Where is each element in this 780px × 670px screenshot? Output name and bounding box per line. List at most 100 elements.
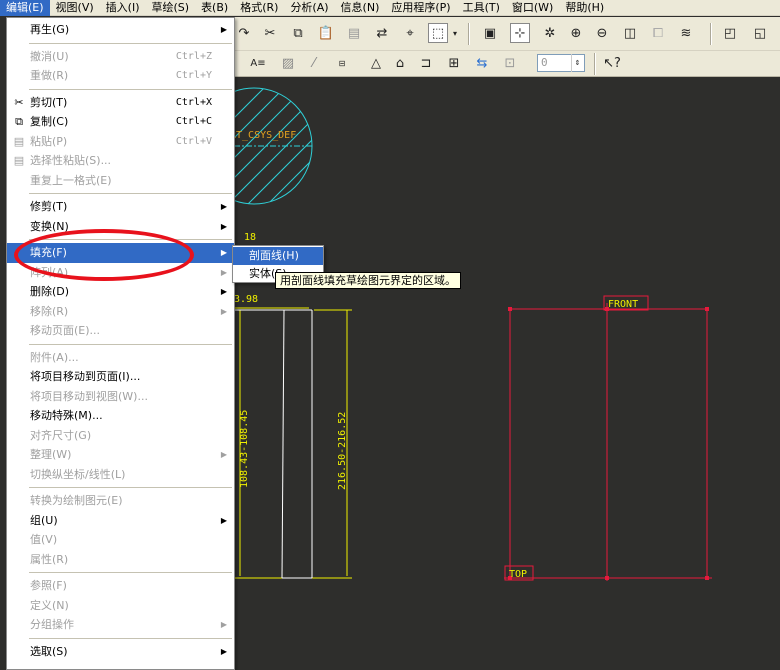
view-manager-icon[interactable]: ⧠: [648, 23, 668, 43]
edit-menu-item[interactable]: 参照(F): [7, 576, 234, 596]
menubar-item[interactable]: 表(B): [195, 0, 234, 16]
dimension-icon[interactable]: ⊟: [330, 53, 354, 73]
edit-menu-item[interactable]: 阵列(A) ▶: [7, 263, 234, 283]
dim-left-label: 108.43-108.45: [239, 410, 250, 488]
copy-icon[interactable]: ⧉: [288, 23, 308, 43]
menubar: 编辑(E) 视图(V) 插入(I) 草绘(S) 表(B) 格式(R) 分析(A) 信息(N) 应…: [0, 0, 780, 16]
menubar-item[interactable]: 帮助(H): [559, 0, 610, 16]
cut-icon: ✂: [14, 95, 24, 109]
menubar-item[interactable]: 分析(A): [284, 0, 334, 16]
edit-menu-item[interactable]: 重复上一格式(E): [7, 171, 234, 191]
edit-menu-item[interactable]: 切换纵坐标/线性(L): [7, 465, 234, 485]
regenerate-icon[interactable]: ⇄: [372, 23, 392, 43]
find-icon[interactable]: ⌖: [400, 23, 420, 43]
paste-icon[interactable]: 📋: [316, 23, 336, 43]
menu-item-label: 移除(R): [30, 304, 69, 318]
menu-item-label: 移动特殊(M)...: [30, 409, 103, 422]
menubar-item[interactable]: 格式(R): [234, 0, 284, 16]
table-icon[interactable]: ⊞: [444, 53, 464, 73]
submenu-arrow-icon: ▶: [220, 620, 227, 629]
menu-item-label: 参照(F): [30, 579, 67, 592]
grid-icon[interactable]: ⊡: [500, 53, 520, 73]
edit-menu-item[interactable]: 重做(R) Ctrl+Y: [7, 66, 234, 86]
edit-menu-item[interactable]: 组(U) ▶: [7, 511, 234, 531]
menu-item-label: 属性(R): [30, 552, 69, 566]
menubar-item[interactable]: 插入(I): [100, 0, 146, 16]
paste-special-icon[interactable]: ▤: [344, 23, 364, 43]
edit-menu-item[interactable]: 选取(S) ▶: [7, 642, 234, 662]
dim-width-label: 3.98: [234, 294, 258, 305]
menu-item-label: 撤消(U): [30, 49, 69, 63]
edit-menu-item[interactable]: 将项目移动到视图(W)...: [7, 387, 234, 407]
spinner-icon[interactable]: ⇕: [571, 54, 583, 72]
menubar-item[interactable]: 信息(N): [335, 0, 386, 16]
menu-separator: [29, 42, 232, 44]
note-icon[interactable]: △: [366, 53, 386, 73]
menubar-item[interactable]: 应用程序(P): [385, 0, 456, 16]
edit-menu-item[interactable]: 将项目移动到页面(I)...: [7, 367, 234, 387]
edit-menu-item[interactable]: 分组操作 ▶: [7, 615, 234, 635]
menu-item-label: 值(V): [30, 533, 58, 546]
menubar-item[interactable]: 草绘(S): [145, 0, 195, 16]
edit-menu-item[interactable]: 删除(D) ▶: [7, 282, 234, 302]
edit-menu-item[interactable]: 移动页面(E)...: [7, 321, 234, 341]
move-icon[interactable]: ⊐: [416, 53, 436, 73]
submenu-item[interactable]: 剖面线(H): [233, 247, 323, 265]
edit-menu-item[interactable]: ▤ 选择性粘贴(S)...: [7, 151, 234, 171]
edit-menu-item[interactable]: 修剪(T) ▶: [7, 197, 234, 217]
text-style-icon[interactable]: A≡: [248, 53, 268, 73]
menubar-item[interactable]: 窗口(W): [506, 0, 559, 16]
edit-menu-item[interactable]: 附件(A)...: [7, 348, 234, 368]
submenu-arrow-icon: ▶: [220, 248, 227, 257]
edit-menu-item[interactable]: 值(V): [7, 530, 234, 550]
edit-menu-item[interactable]: ▤ 粘贴(P) Ctrl+V: [7, 132, 234, 152]
cut-icon[interactable]: ✂: [260, 23, 280, 43]
vertex-icon[interactable]: ⊹: [510, 23, 530, 43]
zoom-in-icon[interactable]: ⊕: [566, 23, 586, 43]
menu-separator: [29, 572, 232, 573]
edit-menu-item[interactable]: ⧉ 复制(C) Ctrl+C: [7, 112, 234, 132]
edit-menu-item[interactable]: 移动特殊(M)...: [7, 406, 234, 426]
dropdown-arrow-icon[interactable]: ▾: [450, 23, 460, 43]
edit-menu-item[interactable]: 对齐尺寸(G): [7, 426, 234, 446]
edit-menu-item[interactable]: 撤消(U) Ctrl+Z: [7, 47, 234, 67]
layers-icon[interactable]: ≋: [676, 23, 696, 43]
edit-menu-item[interactable]: 整理(W) ▶: [7, 445, 234, 465]
edit-menu-item[interactable]: 移除(R) ▶: [7, 302, 234, 322]
copy-icon: ⧉: [15, 115, 23, 128]
spin-center-icon[interactable]: ✲: [540, 23, 560, 43]
hatch-tool-icon[interactable]: ▨: [278, 53, 298, 73]
menubar-item[interactable]: 编辑(E): [0, 0, 50, 16]
refit-icon[interactable]: ◫: [620, 23, 640, 43]
edit-menu-item[interactable]: 再生(G) ▶: [7, 20, 234, 40]
edit-menu-item[interactable]: 填充(F) ▶: [7, 243, 234, 263]
edit-menu-item[interactable]: 变换(N) ▶: [7, 217, 234, 237]
drawing-canvas[interactable]: RT_CSYS_DEF 18 3.98 108.43-108.45 216.50…: [234, 78, 780, 670]
menu-item-label: 填充(F): [30, 246, 67, 259]
redo-icon[interactable]: ↷: [234, 23, 254, 43]
help-pointer-icon[interactable]: ↖?: [602, 53, 622, 73]
wireframe-view-icon[interactable]: ◱: [750, 23, 770, 43]
menubar-item[interactable]: 工具(T): [457, 0, 506, 16]
menu-item-label: 切换纵坐标/线性(L): [30, 467, 126, 481]
edit-menu-dropdown: 再生(G) ▶ 撤消(U) Ctrl+Z 重做(R) Ctrl+Y ✂ 剪切(T) Ctrl+X…: [6, 17, 235, 670]
box-select-icon[interactable]: ⬚: [428, 23, 448, 43]
edit-menu-item[interactable]: 属性(R): [7, 550, 234, 570]
edit-menu-item[interactable]: ✂ 剪切(T) Ctrl+X: [7, 93, 234, 113]
edit-menu-item[interactable]: 定义(N): [7, 596, 234, 616]
zoom-out-icon[interactable]: ⊖: [592, 23, 612, 43]
main-toolbar: ↷ ✂ ⧉ 📋 ▤ ⇄ ⌖ ⬚ ▾ ▣ ⊹ ✲ ⊕ ⊖ ◫ ⧠ ≋ ◰ ◱: [234, 17, 780, 51]
menu-item-shortcut: Ctrl+Z: [175, 50, 212, 62]
menu-item-label: 选取(S): [30, 644, 68, 658]
shaded-view-icon[interactable]: ◰: [720, 23, 740, 43]
submenu-arrow-icon: ▶: [220, 202, 227, 211]
repaint-icon[interactable]: ▣: [480, 23, 500, 43]
line-style-icon[interactable]: ⁄: [304, 53, 324, 73]
edit-menu-item[interactable]: 转换为绘制图元(E): [7, 491, 234, 511]
menubar-item[interactable]: 视图(V): [50, 0, 100, 16]
submenu-arrow-icon: ▶: [220, 450, 227, 459]
submenu-arrow-icon: ▶: [220, 25, 227, 34]
symbol-icon[interactable]: ⌂: [390, 53, 410, 73]
swap-icon[interactable]: ⇆: [472, 53, 492, 73]
submenu-arrow-icon: ▶: [220, 646, 227, 656]
